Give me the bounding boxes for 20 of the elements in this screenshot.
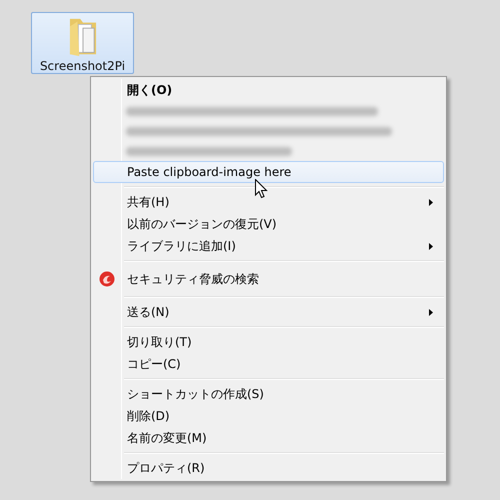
menu-item[interactable]: 開く(O) — [93, 79, 444, 101]
submenu-arrow-icon — [429, 199, 433, 206]
menu-item[interactable]: 送る(N) — [93, 301, 444, 323]
folder-name: Screenshot2Pi — [40, 59, 126, 73]
submenu-arrow-icon — [429, 243, 433, 250]
submenu-arrow-icon — [429, 309, 433, 316]
menu-item[interactable]: セキュリティ脅威の検索 — [93, 265, 444, 293]
menu-item[interactable]: プロパティ(R) — [93, 457, 444, 479]
security-swirl-icon — [99, 271, 115, 287]
menu-item[interactable]: ライブラリに追加(I) — [93, 235, 444, 257]
mouse-pointer-icon — [255, 179, 268, 199]
menu-item[interactable]: 切り取り(T) — [93, 331, 444, 353]
menu-item[interactable]: 共有(H) — [93, 191, 444, 213]
menu-item[interactable]: ショートカットの作成(S) — [93, 383, 444, 405]
menu-item[interactable]: 以前のバージョンの復元(V) — [93, 213, 444, 235]
menu-item[interactable]: Paste clipboard-image here — [93, 161, 444, 183]
menu-item[interactable]: コピー(C) — [93, 353, 444, 375]
menu-item[interactable]: 削除(D) — [93, 405, 444, 427]
folder-tile[interactable]: Screenshot2Pi — [31, 12, 134, 74]
menu-item[interactable]: 名前の変更(M) — [93, 427, 444, 449]
